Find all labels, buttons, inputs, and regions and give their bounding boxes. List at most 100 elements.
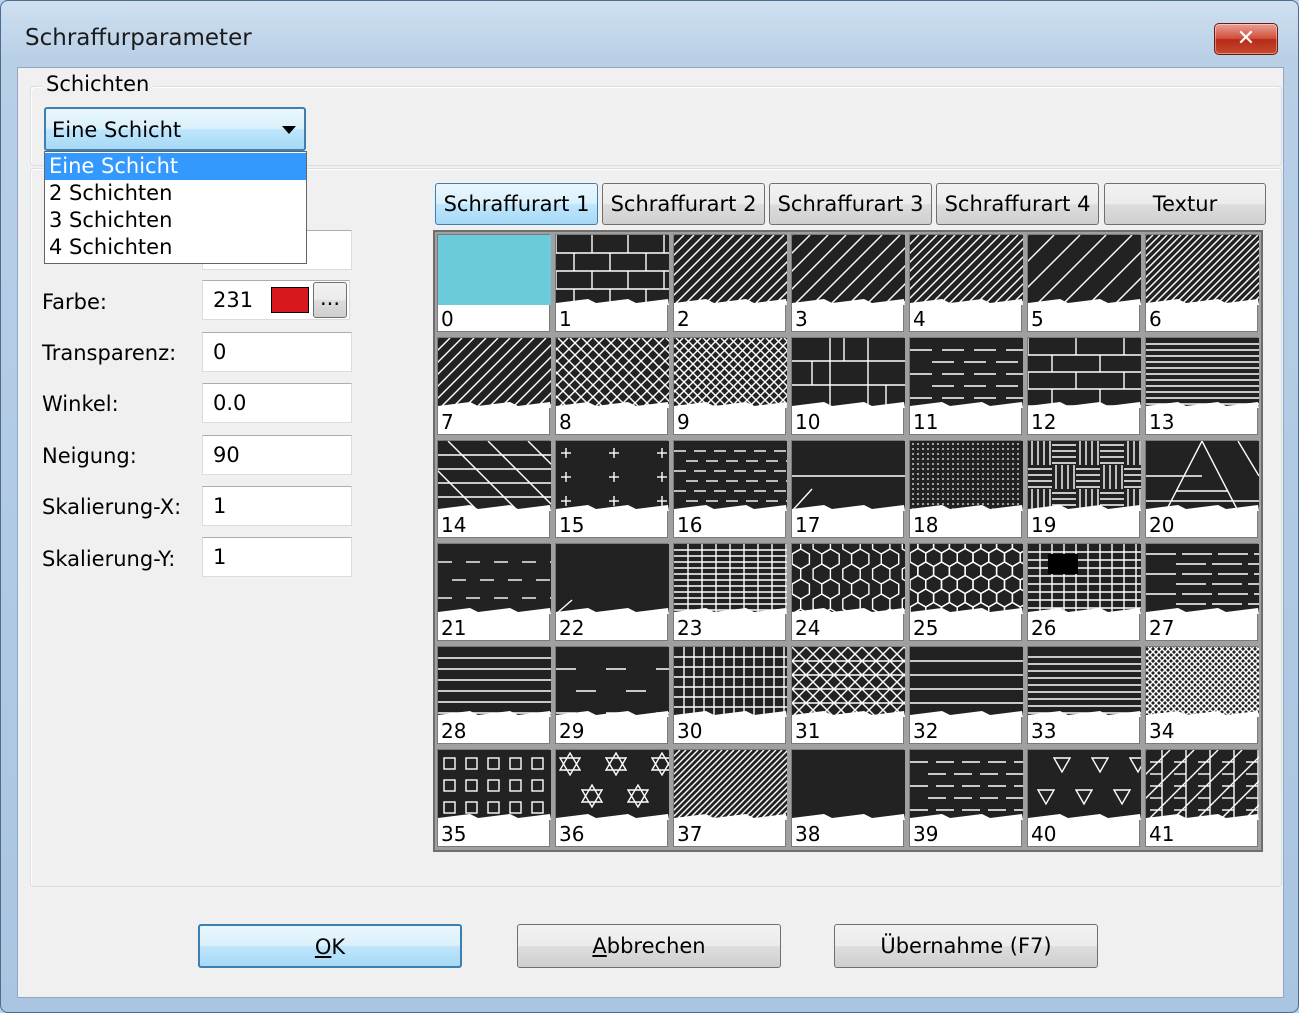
tab-pattern-2[interactable]: Schraffurart 2	[602, 183, 765, 225]
pattern-cell-33[interactable]: 33	[1027, 646, 1141, 744]
layers-option-2[interactable]: 2 Schichten	[45, 180, 306, 207]
pattern-cell-16[interactable]: 16	[673, 440, 787, 538]
color-label: Farbe:	[42, 290, 107, 314]
pattern-cell-10[interactable]: 10	[791, 337, 905, 435]
pattern-cell-5[interactable]: 5	[1027, 234, 1141, 332]
pattern-cell-15[interactable]: 15	[555, 440, 669, 538]
pattern-cell-7[interactable]: 7	[437, 337, 551, 435]
pattern-cell-17[interactable]: 17	[791, 440, 905, 538]
layers-option-1[interactable]: Eine Schicht	[45, 153, 306, 180]
color-picker-button[interactable]: ...	[313, 282, 347, 318]
pattern-number: 35	[441, 822, 467, 846]
pattern-cell-37[interactable]: 37	[673, 749, 787, 847]
pattern-number: 4	[913, 307, 926, 331]
pattern-cell-8[interactable]: 8	[555, 337, 669, 435]
pattern-cell-19[interactable]: 19	[1027, 440, 1141, 538]
pattern-cell-6[interactable]: 6	[1145, 234, 1259, 332]
scale-x-label: Skalierung-X:	[42, 495, 182, 519]
pattern-number: 40	[1031, 822, 1057, 846]
pattern-cell-4[interactable]: 4	[909, 234, 1023, 332]
pattern-swatch-18	[910, 441, 1023, 511]
pattern-cell-13[interactable]: 13	[1145, 337, 1259, 435]
pattern-swatch-19	[1028, 441, 1141, 511]
pattern-cell-30[interactable]: 30	[673, 646, 787, 744]
pattern-number: 2	[677, 307, 690, 331]
pattern-cell-24[interactable]: 24	[791, 543, 905, 641]
pattern-swatch-3	[792, 235, 905, 305]
pattern-number: 22	[559, 616, 585, 640]
pattern-cell-3[interactable]: 3	[791, 234, 905, 332]
pattern-number: 41	[1149, 822, 1175, 846]
transparency-label: Transparenz:	[42, 341, 177, 365]
pattern-swatch-2	[674, 235, 787, 305]
pattern-cell-23[interactable]: 23	[673, 543, 787, 641]
pattern-cell-27[interactable]: 27	[1145, 543, 1259, 641]
pattern-number: 18	[913, 513, 939, 537]
pattern-cell-36[interactable]: 36	[555, 749, 669, 847]
pattern-cell-22[interactable]: 22	[555, 543, 669, 641]
slope-value: 90	[213, 443, 240, 467]
pattern-cell-1[interactable]: 1	[555, 234, 669, 332]
pattern-cell-39[interactable]: 39	[909, 749, 1023, 847]
pattern-cell-35[interactable]: 35	[437, 749, 551, 847]
scale-y-field[interactable]: 1	[202, 537, 352, 577]
transparency-field[interactable]: 0	[202, 332, 352, 372]
pattern-cell-34[interactable]: 34	[1145, 646, 1259, 744]
pattern-cell-14[interactable]: 14	[437, 440, 551, 538]
pattern-swatch-17	[792, 441, 905, 511]
pattern-number: 17	[795, 513, 821, 537]
title-bar[interactable]: Schraffurparameter ✕	[1, 1, 1298, 67]
apply-button[interactable]: Übernahme (F7)	[834, 924, 1098, 968]
pattern-swatch-4	[910, 235, 1023, 305]
layers-option-3[interactable]: 3 Schichten	[45, 207, 306, 234]
cancel-button[interactable]: Abbrechen	[517, 924, 781, 968]
pattern-swatch-30	[674, 647, 787, 717]
layers-dropdown-list: Eine Schicht 2 Schichten 3 Schichten 4 S…	[44, 151, 307, 264]
pattern-cell-12[interactable]: 12	[1027, 337, 1141, 435]
angle-label: Winkel:	[42, 392, 119, 416]
pattern-cell-29[interactable]: 29	[555, 646, 669, 744]
pattern-cell-18[interactable]: 18	[909, 440, 1023, 538]
color-swatch	[271, 287, 309, 313]
pattern-swatch-28	[438, 647, 551, 717]
pattern-cell-0[interactable]: 0	[437, 234, 551, 332]
pattern-number: 0	[441, 307, 454, 331]
scale-x-field[interactable]: 1	[202, 486, 352, 526]
slope-field[interactable]: 90	[202, 435, 352, 475]
tab-texture[interactable]: Textur	[1104, 183, 1266, 225]
pattern-cell-32[interactable]: 32	[909, 646, 1023, 744]
scale-y-value: 1	[213, 545, 227, 569]
pattern-cell-38[interactable]: 38	[791, 749, 905, 847]
pattern-cell-28[interactable]: 28	[437, 646, 551, 744]
pattern-grid: 0 1 2 3 4 5 6 7 8 9 10 11 12 13 14 15 16 17 18 19 20 21 22 23 24…	[433, 230, 1263, 852]
tab-pattern-1[interactable]: Schraffurart 1	[435, 183, 598, 225]
pattern-cell-31[interactable]: 31	[791, 646, 905, 744]
pattern-number: 8	[559, 410, 572, 434]
pattern-cell-40[interactable]: 40	[1027, 749, 1141, 847]
pattern-cell-9[interactable]: 9	[673, 337, 787, 435]
layers-combobox[interactable]: Eine Schicht	[44, 107, 306, 151]
pattern-number: 32	[913, 719, 939, 743]
pattern-cell-21[interactable]: 21	[437, 543, 551, 641]
pattern-number: 38	[795, 822, 821, 846]
pattern-number: 20	[1149, 513, 1175, 537]
color-field[interactable]: 231 ...	[202, 280, 350, 320]
pattern-cell-20[interactable]: 20	[1145, 440, 1259, 538]
close-button[interactable]: ✕	[1214, 23, 1278, 55]
pattern-cell-41[interactable]: 41	[1145, 749, 1259, 847]
dialog-window: Schraffurparameter ✕ Schichten Eine Schi…	[0, 0, 1299, 1013]
angle-field[interactable]: 0.0	[202, 383, 352, 423]
close-icon: ✕	[1236, 26, 1256, 51]
ok-button[interactable]: OK	[198, 924, 462, 968]
transparency-value: 0	[213, 340, 227, 364]
pattern-number: 31	[795, 719, 821, 743]
pattern-cell-26[interactable]: 26	[1027, 543, 1141, 641]
pattern-swatch-39	[910, 750, 1023, 820]
layers-option-4[interactable]: 4 Schichten	[45, 234, 306, 261]
pattern-number: 19	[1031, 513, 1057, 537]
tab-pattern-4[interactable]: Schraffurart 4	[936, 183, 1099, 225]
pattern-cell-2[interactable]: 2	[673, 234, 787, 332]
pattern-cell-25[interactable]: 25	[909, 543, 1023, 641]
pattern-cell-11[interactable]: 11	[909, 337, 1023, 435]
tab-pattern-3[interactable]: Schraffurart 3	[769, 183, 932, 225]
